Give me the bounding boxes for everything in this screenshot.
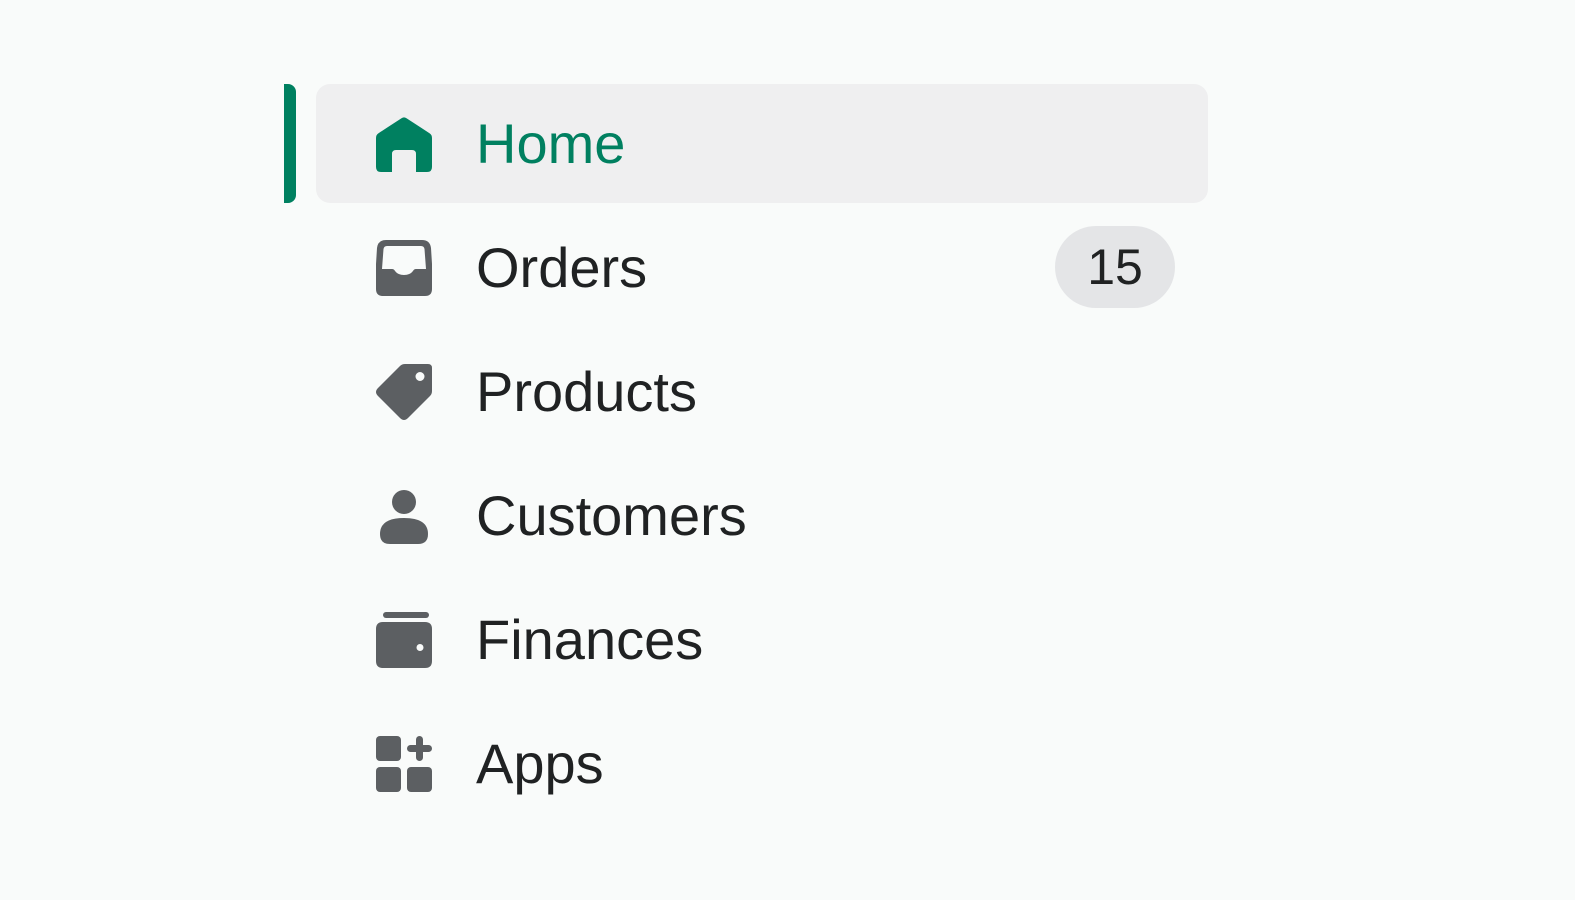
sidebar-item-apps[interactable]: Apps xyxy=(316,704,1208,823)
sidebar-item-home[interactable]: Home xyxy=(316,84,1208,203)
sidebar-item-finances[interactable]: Finances xyxy=(316,580,1208,699)
orders-count-badge: 15 xyxy=(1055,226,1175,308)
inbox-icon xyxy=(376,240,432,296)
sidebar-nav: Home Orders 15 Products Customers Financ… xyxy=(0,0,1575,900)
sidebar-item-customers[interactable]: Customers xyxy=(316,456,1208,575)
sidebar-item-label: Products xyxy=(476,360,697,423)
tag-icon xyxy=(376,364,432,420)
sidebar-item-products[interactable]: Products xyxy=(316,332,1208,451)
person-icon xyxy=(376,488,432,544)
sidebar-item-label: Customers xyxy=(476,484,747,547)
sidebar-item-label: Orders xyxy=(476,236,648,299)
active-indicator xyxy=(284,84,296,203)
sidebar-item-orders[interactable]: Orders 15 xyxy=(316,208,1208,327)
sidebar-item-label: Apps xyxy=(476,732,604,795)
sidebar-item-label: Home xyxy=(476,112,626,175)
home-icon xyxy=(376,116,432,172)
sidebar-item-label: Finances xyxy=(476,608,704,671)
apps-icon xyxy=(376,736,432,792)
wallet-icon xyxy=(376,612,432,668)
